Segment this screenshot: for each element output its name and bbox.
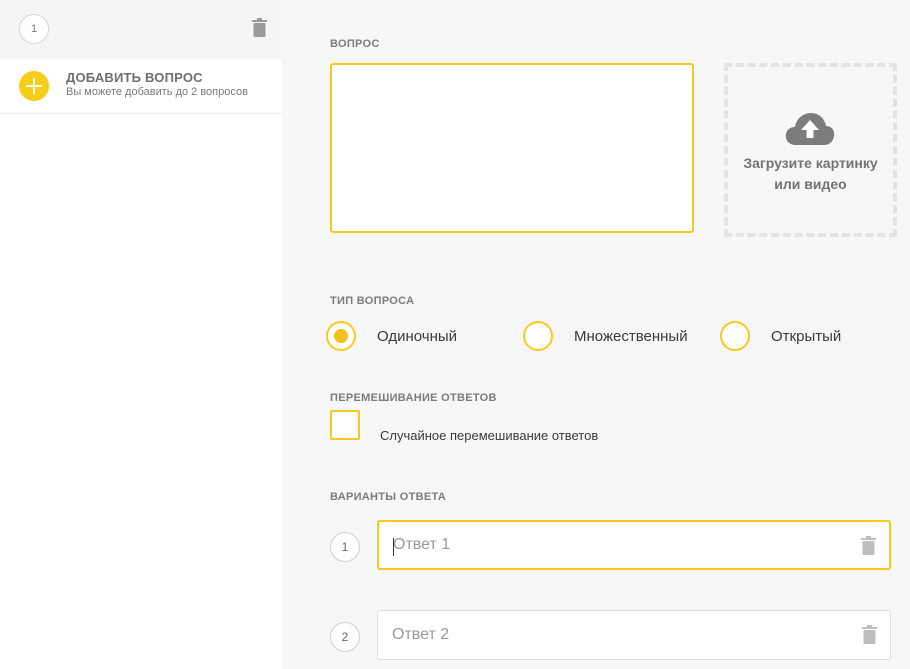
- add-question-title: ДОБАВИТЬ ВОПРОС: [66, 70, 203, 85]
- add-question-hint: Вы можете добавить до 2 вопросов: [66, 86, 248, 98]
- question-number-badge: 1: [19, 14, 49, 44]
- question-list-item[interactable]: 1: [0, 0, 282, 59]
- answer-number-2: 2: [330, 622, 360, 652]
- answer-field-2[interactable]: [377, 610, 891, 660]
- plus-icon[interactable]: [19, 71, 49, 101]
- question-label: ВОПРОС: [330, 38, 380, 50]
- shuffle-checkbox[interactable]: [330, 410, 360, 440]
- cloud-upload-icon: [784, 111, 836, 152]
- radio-open[interactable]: [720, 321, 750, 351]
- answer-input-2[interactable]: [392, 611, 842, 659]
- question-type-label: ТИП ВОПРОСА: [330, 295, 415, 307]
- radio-open-label[interactable]: Открытый: [771, 328, 841, 345]
- answer-input-1[interactable]: [393, 522, 843, 568]
- text-cursor: [393, 538, 394, 556]
- trash-icon[interactable]: [252, 18, 267, 42]
- radio-single-label[interactable]: Одиночный: [377, 328, 457, 345]
- sidebar: 1 ДОБАВИТЬ ВОПРОС Вы можете добавить до …: [0, 0, 282, 669]
- shuffle-label: ПЕРЕМЕШИВАНИЕ ОТВЕТОВ: [330, 392, 497, 404]
- answer-field-1[interactable]: [377, 520, 891, 570]
- shuffle-checkbox-label[interactable]: Случайное перемешивание ответов: [380, 428, 598, 443]
- answers-label: ВАРИАНТЫ ОТВЕТА: [330, 491, 447, 503]
- upload-media-dropzone[interactable]: Загрузите картинку или видео: [724, 63, 897, 237]
- radio-multiple[interactable]: [523, 321, 553, 351]
- trash-icon[interactable]: [862, 625, 877, 649]
- answer-number-1: 1: [330, 532, 360, 562]
- upload-label: Загрузите картинку или видео: [743, 155, 878, 192]
- trash-icon[interactable]: [861, 536, 876, 560]
- radio-multiple-label[interactable]: Множественный: [574, 328, 688, 345]
- question-textarea[interactable]: [330, 63, 694, 233]
- add-question-button[interactable]: ДОБАВИТЬ ВОПРОС Вы можете добавить до 2 …: [0, 59, 282, 114]
- radio-single[interactable]: [326, 321, 356, 351]
